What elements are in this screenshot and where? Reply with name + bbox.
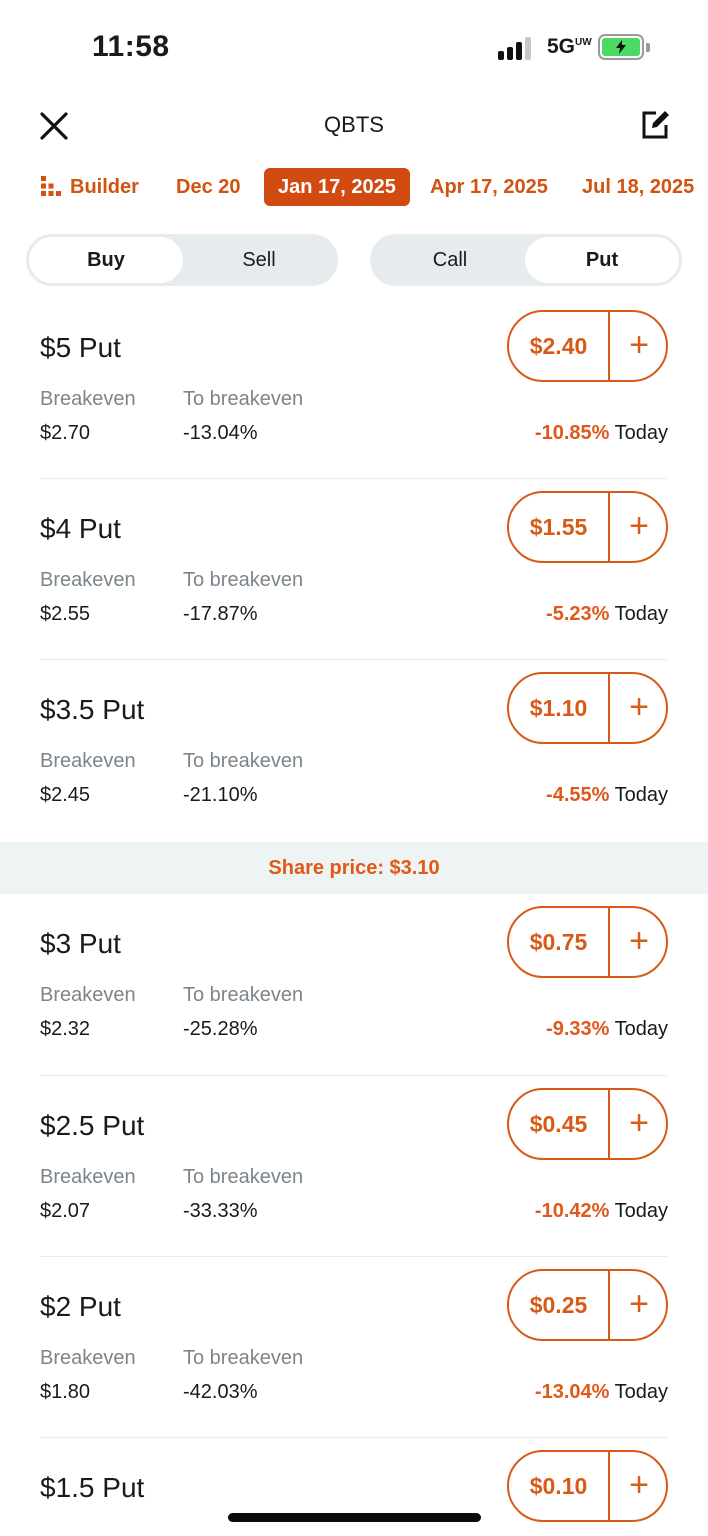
expiration-chips: Builder Dec 20 Jan 17, 2025 Apr 17, 2025… — [0, 168, 708, 208]
header: QBTS — [0, 96, 708, 156]
add-icon[interactable]: + — [610, 312, 666, 380]
option-row[interactable]: $2.5 Put Breakeven To breakeven $2.07 -3… — [40, 1088, 668, 1240]
strike-label: $2 Put — [40, 1291, 121, 1322]
row-divider — [40, 1075, 668, 1076]
price-button[interactable]: $1.55 + — [507, 491, 668, 563]
put-option[interactable]: Put — [525, 237, 679, 283]
price-button[interactable]: $1.10 + — [507, 672, 668, 744]
signal-icon — [498, 36, 536, 60]
strike-label: $2.5 Put — [40, 1110, 145, 1141]
strike-label: $1.5 Put — [40, 1472, 145, 1503]
status-time: 11:58 — [92, 30, 170, 63]
sell-option[interactable]: Sell — [183, 237, 335, 283]
today-change: -9.33% Today — [546, 1018, 668, 1040]
option-price[interactable]: $0.25 — [509, 1271, 608, 1339]
price-button[interactable]: $2.40 + — [507, 310, 668, 382]
option-row[interactable]: $3 Put Breakeven To breakeven $2.32 -25.… — [40, 906, 668, 1058]
breakeven-label: Breakeven — [40, 1347, 136, 1369]
strike-label: $3.5 Put — [40, 694, 145, 725]
add-icon[interactable]: + — [610, 908, 666, 976]
to-breakeven-label: To breakeven — [183, 984, 304, 1006]
row-divider — [40, 478, 668, 479]
breakeven-value: $2.07 — [40, 1200, 91, 1222]
date-chip-jul-18-2025[interactable]: Jul 18, 2025 — [582, 168, 694, 206]
price-button[interactable]: $0.75 + — [507, 906, 668, 978]
builder-icon — [41, 175, 61, 196]
row-divider — [40, 1256, 668, 1257]
to-breakeven-label: To breakeven — [183, 750, 304, 772]
strike-label: $4 Put — [40, 513, 121, 544]
builder-button[interactable]: Builder — [40, 168, 139, 206]
today-change: -10.85% Today — [534, 422, 668, 444]
call-option[interactable]: Call — [373, 237, 527, 283]
breakeven-value: $1.80 — [40, 1381, 91, 1403]
to-breakeven-label: To breakeven — [183, 388, 304, 410]
edit-icon[interactable] — [638, 106, 674, 142]
to-breakeven-label: To breakeven — [183, 569, 304, 591]
option-price[interactable]: $1.10 — [509, 674, 608, 742]
option-price[interactable]: $0.75 — [509, 908, 608, 976]
breakeven-value: $2.55 — [40, 603, 91, 625]
strike-label: $5 Put — [40, 332, 121, 363]
date-chip-jan-17-2025[interactable]: Jan 17, 2025 — [264, 168, 410, 206]
add-icon[interactable]: + — [610, 674, 666, 742]
to-breakeven-value: -17.87% — [183, 603, 258, 625]
network-indicator: 5GUW — [547, 35, 592, 58]
strike-label: $3 Put — [40, 928, 121, 959]
buy-option[interactable]: Buy — [29, 237, 183, 283]
row-divider — [40, 1437, 668, 1438]
breakeven-label: Breakeven — [40, 569, 136, 591]
to-breakeven-value: -13.04% — [183, 422, 258, 444]
buy-sell-toggle: Buy Sell — [26, 234, 338, 286]
option-price[interactable]: $2.40 — [509, 312, 608, 380]
price-button[interactable]: $0.25 + — [507, 1269, 668, 1341]
to-breakeven-label: To breakeven — [183, 1166, 304, 1188]
breakeven-label: Breakeven — [40, 984, 136, 1006]
option-row[interactable]: $1.5 Put $0.10 + — [40, 1450, 668, 1536]
option-row[interactable]: $2 Put Breakeven To breakeven $1.80 -42.… — [40, 1269, 668, 1421]
page-title: QBTS — [324, 112, 384, 137]
option-price[interactable]: $1.55 — [509, 493, 608, 561]
date-chip-dec-20[interactable]: Dec 20 — [176, 168, 241, 206]
add-icon[interactable]: + — [610, 1090, 666, 1158]
breakeven-value: $2.45 — [40, 784, 91, 806]
today-change: -5.23% Today — [546, 603, 668, 625]
to-breakeven-value: -21.10% — [183, 784, 258, 806]
price-button[interactable]: $0.45 + — [507, 1088, 668, 1160]
add-icon[interactable]: + — [610, 1271, 666, 1339]
add-icon[interactable]: + — [610, 493, 666, 561]
battery-icon — [598, 34, 644, 60]
share-price-indicator: Share price: $3.10 — [0, 842, 708, 894]
today-change: -13.04% Today — [534, 1381, 668, 1403]
option-row[interactable]: $4 Put Breakeven To breakeven $2.55 -17.… — [40, 491, 668, 643]
today-change: -4.55% Today — [546, 784, 668, 806]
breakeven-label: Breakeven — [40, 750, 136, 772]
to-breakeven-label: To breakeven — [183, 1347, 304, 1369]
breakeven-label: Breakeven — [40, 388, 136, 410]
date-chip-apr-17-2025[interactable]: Apr 17, 2025 — [430, 168, 548, 206]
price-button[interactable]: $0.10 + — [507, 1450, 668, 1522]
to-breakeven-value: -42.03% — [183, 1381, 258, 1403]
home-indicator[interactable] — [228, 1513, 481, 1522]
breakeven-label: Breakeven — [40, 1166, 136, 1188]
call-put-toggle: Call Put — [370, 234, 682, 286]
add-icon[interactable]: + — [610, 1452, 666, 1520]
breakeven-value: $2.70 — [40, 422, 91, 444]
today-change: -10.42% Today — [534, 1200, 668, 1222]
option-row[interactable]: $5 Put Breakeven To breakeven $2.70 -13.… — [40, 310, 668, 462]
option-price[interactable]: $0.45 — [509, 1090, 608, 1158]
status-bar: 11:58 5GUW — [0, 0, 708, 96]
option-price[interactable]: $0.10 — [509, 1452, 608, 1520]
charging-bolt-icon — [616, 40, 626, 54]
to-breakeven-value: -25.28% — [183, 1018, 258, 1040]
breakeven-value: $2.32 — [40, 1018, 91, 1040]
option-row[interactable]: $3.5 Put Breakeven To breakeven $2.45 -2… — [40, 672, 668, 824]
to-breakeven-value: -33.33% — [183, 1200, 258, 1222]
row-divider — [40, 659, 668, 660]
